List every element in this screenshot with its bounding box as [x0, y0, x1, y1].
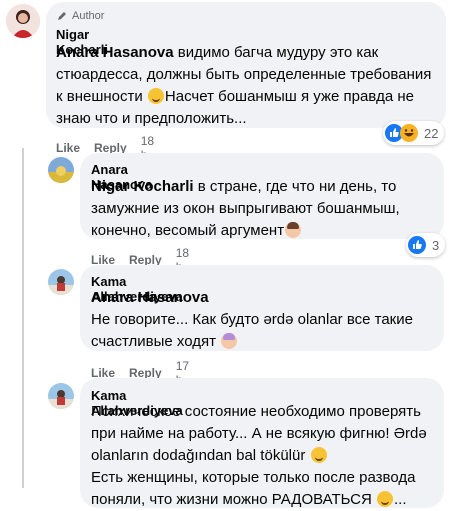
reaction-summary[interactable]: 22 — [383, 121, 445, 145]
avatar-kama-image — [48, 383, 74, 409]
comment-2-line-3: конечно, весомый аргумент — [91, 222, 285, 239]
author-badge: Author — [56, 10, 104, 22]
reaction-count: 3 — [432, 237, 440, 253]
comment-3-line-1: Не говорите... Как будто ərdə olanlar вс… — [91, 311, 413, 328]
avatar-anara-image — [48, 157, 74, 183]
comment-4-line-1: Психическое состояние необходимо проверя… — [91, 403, 421, 420]
comment-4-text: Психическое состояние необходимо проверя… — [91, 401, 441, 511]
thread-line — [22, 148, 24, 488]
avatar-kama[interactable] — [48, 383, 74, 409]
avatar-anara[interactable] — [48, 157, 74, 183]
reaction-summary[interactable]: 3 — [406, 233, 446, 257]
avatar-nigar-image — [6, 4, 40, 38]
comment-2-text: Nigar Kocharli в стране, где что ни день… — [91, 176, 441, 242]
author-badge-label: Author — [72, 10, 105, 22]
pen-icon — [58, 12, 66, 20]
avatar-kama[interactable] — [48, 269, 74, 295]
mention[interactable]: Anara Hasanova — [56, 44, 174, 61]
like-button[interactable]: Like — [56, 141, 80, 155]
comment-1-line-3: к внешности — [56, 88, 143, 105]
comment-4-line-4: Есть женщины, которые только после разво… — [91, 469, 416, 486]
woman-emoji — [285, 222, 302, 238]
avatar-kama-image — [48, 269, 74, 295]
comment-1-line-2: стюардесса, должны быть определенные тре… — [56, 66, 432, 83]
mention[interactable]: Nigar Kocharli — [91, 178, 194, 195]
woman-emoji — [221, 333, 238, 349]
haha-reaction-icon — [400, 124, 418, 142]
comment-3-text: Anara Hasanova Не говорите... Как будто … — [91, 287, 441, 353]
like-reaction-icon — [408, 236, 426, 254]
comment-1-line-1: видимо багча мудуру это как — [177, 44, 379, 61]
comment-4-line-5: поняли, что жизни можно РАДОВАТЬСЯ — [91, 491, 372, 508]
reaction-count: 22 — [424, 125, 439, 141]
comment-4-line-2: при найме на работу... А не всякую фигню… — [91, 425, 427, 442]
comment-3-line-2: счастливые ходят — [91, 333, 217, 350]
comment-1-line-5: знаю что и предположить... — [56, 110, 247, 127]
mention[interactable]: Anara Hasanova — [91, 289, 209, 306]
avatar-nigar[interactable] — [6, 4, 40, 38]
comment-1-text: Anara Hasanova видимо багча мудуру это к… — [56, 42, 442, 130]
comment-2-line-2: замужние из окон выпрыгивают бошанмыш, — [91, 200, 400, 217]
comment-4-line-3: olanların dodağından bal tökülür — [91, 447, 306, 464]
grinning-emoji — [310, 447, 327, 463]
grinning-emoji — [147, 88, 164, 104]
comment-4-ellipsis: ... — [393, 491, 407, 508]
comment-2-line-1: в стране, где что ни день, то — [197, 178, 397, 195]
comment-1-line-4: Насчет бошанмыш я уже правда не — [164, 88, 414, 105]
